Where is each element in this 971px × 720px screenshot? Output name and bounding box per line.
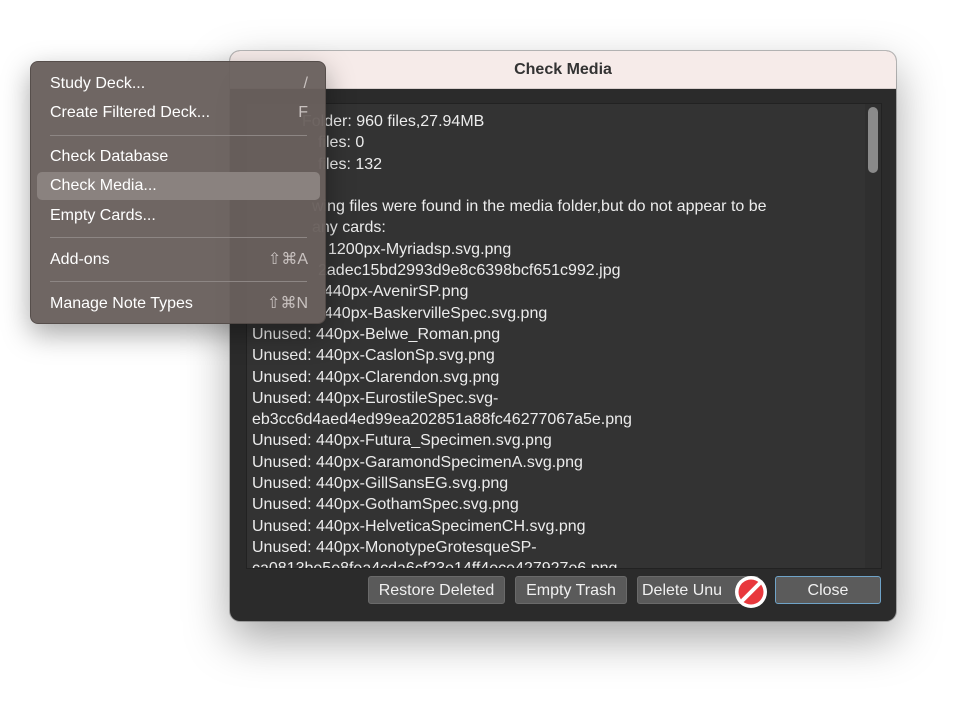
check-media-dialog: Check Media Folder: 960 files,27.94MB fil… — [230, 51, 896, 621]
log-line: Unused: 440px-GillSansEG.svg.png — [252, 475, 509, 493]
menu-item-check-database[interactable]: Check Database — [37, 143, 320, 171]
vertical-scrollbar[interactable] — [865, 104, 881, 568]
menu-item-label: Empty Cards... — [50, 207, 156, 224]
menu-separator — [50, 237, 307, 238]
log-line: files: 132 — [318, 155, 383, 173]
log-line: Unused: 440px-MonotypeGrotesqueSP- — [252, 538, 537, 556]
menu-item-label: Add-ons — [50, 251, 110, 268]
log-line: Folder: 960 files,27.94MB — [302, 113, 485, 130]
menu-item-study-deck[interactable]: Study Deck... / — [37, 70, 320, 98]
log-line: 440px-BaskervilleSpec.svg.png — [324, 304, 548, 322]
restore-deleted-button[interactable]: Restore Deleted — [368, 576, 505, 604]
menu-item-label: Check Database — [50, 148, 169, 165]
log-line: Unused: 440px-Futura_Specimen.svg.png — [252, 432, 552, 450]
log-line: Unused: 440px-GaramondSpecimenA.svg.png — [252, 453, 583, 471]
log-line: eb3cc6d4aed4ed99ea202851a88fc46277067a5e… — [252, 411, 632, 429]
log-line: Unused: 440px-EurostileSpec.svg- — [252, 389, 499, 407]
log-line: Unused: 440px-Clarendon.svg.png — [252, 368, 500, 386]
menu-item-empty-cards[interactable]: Empty Cards... — [37, 202, 320, 230]
menu-item-label: Study Deck... — [50, 75, 146, 92]
menu-separator — [50, 281, 307, 282]
menu-item-create-filtered-deck[interactable]: Create Filtered Deck... F — [37, 99, 320, 127]
scrollbar-thumb[interactable] — [868, 107, 878, 173]
menu-separator — [50, 135, 307, 136]
menu-item-manage-note-types[interactable]: Manage Note Types ⇧⌘N — [37, 290, 320, 318]
log-line: 1200px-Myriadsp.svg.png — [328, 240, 512, 258]
log-line: any cards: — [312, 219, 386, 237]
log-line: Unused: 440px-CaslonSp.svg.png — [252, 347, 495, 365]
log-line: ca0813be5e8fea4cda6cf23e14ff4ece427927e6… — [252, 560, 618, 569]
log-line: Unused: 440px-Belwe_Roman.png — [252, 325, 501, 343]
log-line: files: 0 — [318, 134, 365, 152]
log-line: wing files were found in the media folde… — [312, 198, 767, 216]
log-line: 2adec15bd2993d9e8c6398bcf651c992.jpg — [318, 262, 621, 280]
menu-item-add-ons[interactable]: Add-ons ⇧⌘A — [37, 246, 320, 274]
menu-item-check-media[interactable]: Check Media... — [37, 172, 320, 200]
empty-trash-button[interactable]: Empty Trash — [515, 576, 627, 604]
menu-item-label: Check Media... — [50, 177, 157, 194]
menu-item-label: Manage Note Types — [50, 295, 193, 312]
log-line: 440px-AvenirSP.png — [324, 283, 469, 301]
dialog-titlebar[interactable]: Check Media — [230, 51, 896, 89]
menu-item-shortcut: / — [303, 75, 308, 92]
tools-menu: Study Deck... / Create Filtered Deck... … — [30, 61, 326, 324]
log-line: Unused: 440px-HelveticaSpecimenCH.svg.pn… — [252, 517, 586, 535]
menu-item-shortcut: ⇧⌘N — [267, 295, 308, 312]
menu-item-shortcut: F — [298, 104, 308, 121]
not-allowed-cursor-icon — [735, 576, 767, 608]
log-line: Unused: 440px-GothamSpec.svg.png — [252, 496, 519, 514]
dialog-title: Check Media — [514, 60, 612, 78]
close-button[interactable]: Close — [775, 576, 881, 604]
menu-item-label: Create Filtered Deck... — [50, 104, 211, 121]
menu-item-shortcut: ⇧⌘A — [267, 251, 308, 268]
media-report-textbox[interactable]: Folder: 960 files,27.94MB files: 0 files: … — [246, 103, 882, 569]
media-report-log: Folder: 960 files,27.94MB files: 0 files: … — [252, 111, 862, 569]
